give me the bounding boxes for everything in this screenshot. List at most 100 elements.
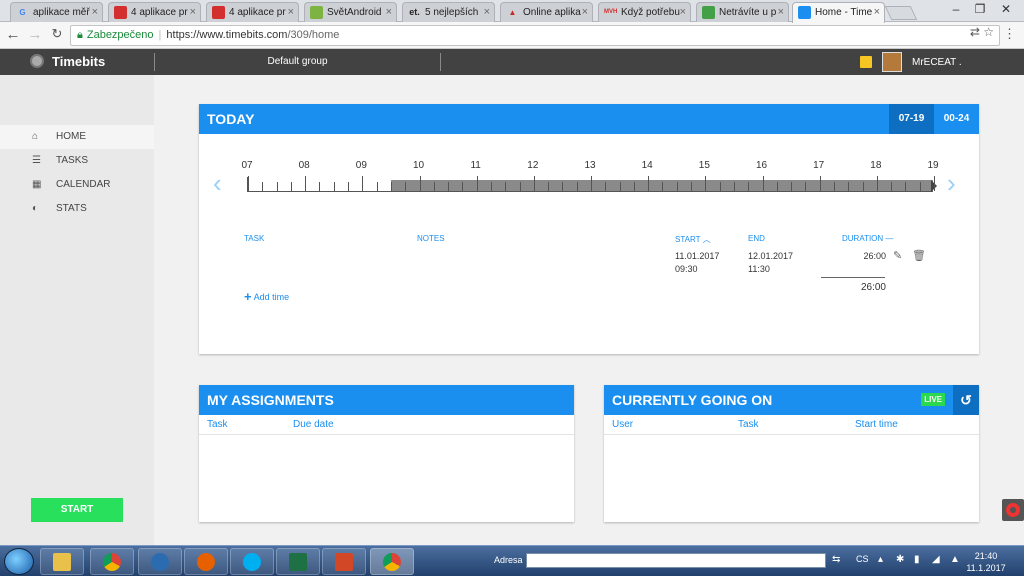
browser-tab[interactable]: 4 aplikace pr × <box>108 2 201 22</box>
bookmark-star-icon[interactable]: ☆ <box>983 25 994 39</box>
triangle-icon: ▲ <box>508 8 517 17</box>
timeline-tick <box>405 182 407 191</box>
browser-tab[interactable]: 4 aplikace pr × <box>206 2 299 22</box>
home-icon: ⌂ <box>32 131 39 142</box>
go-arrows-icon[interactable]: ⇆ <box>832 554 840 565</box>
network-icon[interactable]: ◢ <box>932 554 940 565</box>
range-07-19-button[interactable]: 07-19 <box>889 104 934 134</box>
close-tab-icon[interactable]: × <box>680 3 686 22</box>
sidebar-item-tasks[interactable]: ☰ TASKS <box>0 149 154 173</box>
browser-toolbar: ← → ↻ 🔒︎ Zabezpečeno | https://www.timebits… <box>0 22 1024 49</box>
sidebar-item-calendar[interactable]: ▦ CALENDAR <box>0 173 154 197</box>
lifebuoy-icon[interactable] <box>1002 499 1024 521</box>
skype-icon[interactable] <box>230 548 274 575</box>
browser-tab[interactable]: Gaplikace měř × <box>10 2 103 22</box>
col-due-date-header[interactable]: Due date <box>293 419 334 430</box>
chrome-icon[interactable] <box>370 548 414 575</box>
col-task-header[interactable]: Task <box>207 419 228 430</box>
close-tab-icon[interactable]: × <box>484 3 490 22</box>
svetandroida-icon <box>310 6 323 19</box>
close-window-icon[interactable]: ✕ <box>994 2 1018 16</box>
browser-tab-active[interactable]: Home - Time × <box>792 2 885 23</box>
entry-duration: 26:00 <box>863 251 886 261</box>
tray-expand-icon[interactable]: ▴ <box>878 554 883 565</box>
chevron-right-icon[interactable]: › <box>947 168 956 199</box>
new-tab-button[interactable] <box>884 6 918 20</box>
browser-tab-strip: Gaplikace měř × 4 aplikace pr × 4 aplikace… <box>0 0 1024 23</box>
back-icon[interactable]: ← <box>4 26 22 43</box>
address-toolbar-label: Adresa <box>494 555 523 565</box>
restore-icon[interactable]: ❐ <box>968 2 992 16</box>
divider <box>440 53 441 71</box>
chrome-icon[interactable] <box>90 548 134 575</box>
timeline-hour-label: 10 <box>412 160 425 171</box>
address-toolbar-input[interactable] <box>526 553 826 568</box>
start-button[interactable]: START <box>31 498 123 522</box>
timeline-tick <box>462 182 464 191</box>
close-tab-icon[interactable]: × <box>386 3 392 22</box>
close-tab-icon[interactable]: × <box>190 3 196 22</box>
start-orb-icon[interactable] <box>4 548 34 575</box>
col-notes-header: NOTES <box>417 234 445 243</box>
timeline-hour-label: 16 <box>755 160 768 171</box>
timeline-tick <box>490 182 492 191</box>
forward-icon[interactable]: → <box>26 26 44 43</box>
timeline-tick <box>905 182 907 191</box>
pencil-icon[interactable]: ✎ <box>893 249 902 262</box>
mvh-icon: MVH <box>604 9 618 15</box>
user-menu[interactable]: MrECEAT . <box>912 57 962 68</box>
timeline-tick <box>519 182 521 191</box>
browser-tab[interactable]: et. 5 nejlepších × <box>402 2 495 22</box>
battery-icon[interactable]: ▮ <box>914 554 920 565</box>
timeline-hour-label: 19 <box>927 160 939 171</box>
firefox-icon[interactable] <box>184 548 228 575</box>
menu-icon[interactable]: ⋮ <box>1003 26 1016 42</box>
minimize-icon[interactable]: – <box>944 2 968 16</box>
browser-tab[interactable]: Netrávíte u p × <box>696 2 789 22</box>
col-task-header[interactable]: Task <box>738 419 759 430</box>
col-start-time-header[interactable]: Start time <box>855 419 898 430</box>
sidebar-item-stats[interactable]: ◐ STATS <box>0 197 154 221</box>
chevron-left-icon[interactable]: ‹ <box>213 168 222 199</box>
notes-icon[interactable] <box>860 56 872 68</box>
explorer-icon[interactable] <box>40 548 84 575</box>
drive-icon[interactable]: ▲ <box>950 554 960 565</box>
avatar[interactable] <box>882 52 902 72</box>
range-00-24-button[interactable]: 00-24 <box>934 104 979 134</box>
close-tab-icon[interactable]: × <box>582 3 588 22</box>
timeline-hour-label: 12 <box>527 160 539 171</box>
reload-icon[interactable]: ↻ <box>48 26 66 42</box>
powerpoint-icon[interactable] <box>322 548 366 575</box>
browser-tab[interactable]: SvětAndroid × <box>304 2 397 22</box>
col-user-header[interactable]: User <box>612 419 633 430</box>
add-time-button[interactable]: + Add time <box>244 289 289 304</box>
clock[interactable]: 21:40 11.1.2017 <box>966 550 1006 574</box>
col-duration-header[interactable]: DURATION — <box>842 234 893 243</box>
thunderbird-icon[interactable] <box>138 548 182 575</box>
browser-tab[interactable]: MVH Když potřebu × <box>598 2 691 22</box>
timeline-tick <box>676 182 678 191</box>
address-bar[interactable]: 🔒︎ Zabezpečeno | https://www.timebits.com/3… <box>70 25 1000 46</box>
close-tab-icon[interactable]: × <box>778 3 784 22</box>
timeline-tick <box>605 182 607 191</box>
trash-icon[interactable]: 🗑︎ <box>912 249 926 262</box>
chart-icon <box>702 6 715 19</box>
col-start-header[interactable]: START ︿ <box>675 234 711 245</box>
timeline-tick <box>748 182 750 191</box>
sidebar-item-home[interactable]: ⌂ HOME <box>0 125 154 149</box>
bluetooth-icon[interactable]: ✱ <box>896 554 904 565</box>
timeline-tick <box>691 182 693 191</box>
close-tab-icon[interactable]: × <box>288 3 294 22</box>
pie-chart-icon: ◐ <box>32 203 39 214</box>
timeline-track[interactable] <box>247 176 937 192</box>
logo[interactable]: Timebits <box>30 54 105 69</box>
translate-icon[interactable]: ⇄ ☆ <box>970 25 994 39</box>
close-tab-icon[interactable]: × <box>92 3 98 22</box>
excel-icon[interactable] <box>276 548 320 575</box>
close-tab-icon[interactable]: × <box>874 3 880 22</box>
group-selector[interactable]: Default group <box>155 56 440 67</box>
timebits-icon <box>798 6 811 19</box>
refresh-icon[interactable]: ↺ <box>953 385 979 415</box>
language-indicator[interactable]: CS <box>856 554 869 564</box>
browser-tab[interactable]: ▲ Online aplika × <box>500 2 593 22</box>
